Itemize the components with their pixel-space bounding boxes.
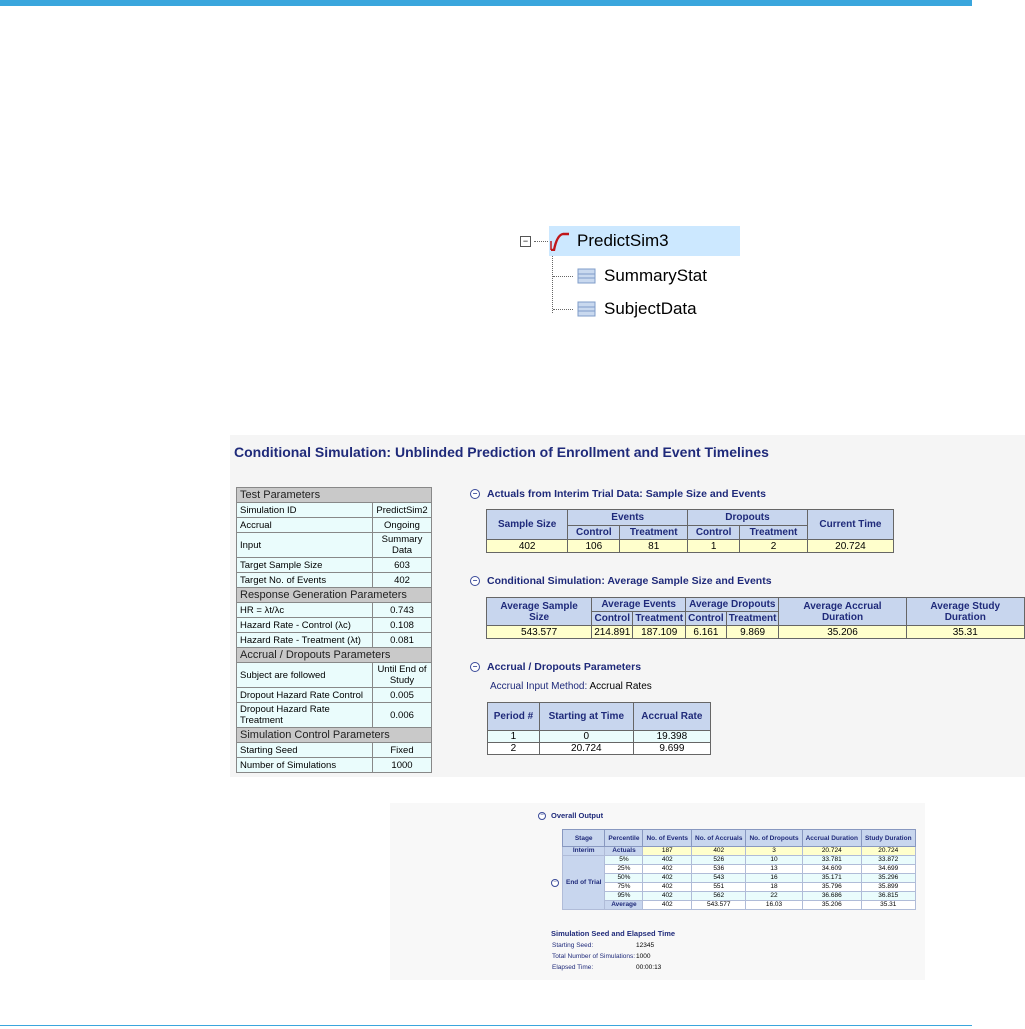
table-row: 402 106 81 1 2 20.724	[485, 539, 895, 553]
table-icon	[577, 301, 596, 317]
table-row: 2 20.724 9.699	[487, 742, 712, 755]
tree-node-label: PredictSim3	[577, 231, 669, 250]
accrual-input-method: Accrual Input Method: Accrual Rates	[490, 681, 652, 692]
simulation-curve-icon	[550, 232, 569, 251]
collapse-icon[interactable]: −	[551, 879, 559, 887]
seed-label: Starting Seed:	[552, 942, 594, 949]
param-row: Subject are followed Until End of Study	[236, 662, 432, 688]
collapse-icon[interactable]: −	[470, 489, 480, 499]
seed-label: Elapsed Time:	[552, 964, 594, 971]
collapse-toggle[interactable]: −	[520, 236, 531, 247]
tree-connector	[552, 256, 553, 313]
accrual-table: Period # Starting at Time Accrual Rate 1…	[487, 702, 712, 755]
collapse-icon[interactable]: −	[470, 576, 480, 586]
tree-node-label: SubjectData	[604, 299, 697, 318]
accrual-heading[interactable]: − Accrual / Dropouts Parameters	[470, 661, 641, 673]
table-icon	[577, 268, 596, 284]
param-row: Dropout Hazard Rate Control 0.005	[236, 687, 432, 703]
seed-value: 1000	[636, 953, 651, 960]
tree-connector	[553, 276, 573, 277]
parameters-table: Test Parameters Simulation ID PredictSim2…	[236, 487, 432, 773]
tree-node-subjectdata[interactable]: SubjectData	[577, 294, 697, 324]
seed-label: Total Number of Simulations:	[552, 953, 636, 960]
param-row: Target No. of Events 402	[236, 572, 432, 588]
param-row: Starting Seed Fixed	[236, 742, 432, 758]
param-row: Accrual Ongoing	[236, 517, 432, 533]
tree-connector	[534, 241, 548, 242]
tree-connector	[553, 309, 573, 310]
section-header: Accrual / Dropouts Parameters	[236, 647, 432, 663]
table-row: Interim Actuals 187 402 3 20.724 20.724	[548, 846, 916, 856]
actuals-table: Sample Size Events Dropouts Current Time…	[485, 509, 895, 553]
top-accent-bar	[0, 0, 972, 6]
table-row: 1 0 19.398	[487, 730, 712, 743]
seed-heading: Simulation Seed and Elapsed Time	[551, 929, 676, 938]
conditional-table: Average Sample Size Average Events Avera…	[485, 597, 1025, 639]
param-row: Number of Simulations 1000	[236, 757, 432, 773]
param-row: Hazard Rate - Treatment (λt) 0.081	[236, 632, 432, 648]
report-title: Conditional Simulation: Unblinded Predic…	[234, 444, 769, 460]
tree-node-predictsim3[interactable]: PredictSim3	[549, 226, 740, 256]
bottom-accent-line	[0, 1025, 972, 1026]
table-row: 543.577 214.891 187.109 6.161 9.869 35.206 3…	[485, 625, 1025, 639]
param-row: HR = λt/λc 0.743	[236, 602, 432, 618]
actuals-heading[interactable]: − Actuals from Interim Trial Data: Sampl…	[470, 488, 766, 500]
seed-value: 12345	[636, 942, 655, 949]
overall-output-heading[interactable]: − Overall Output	[538, 811, 603, 820]
collapse-icon[interactable]: −	[538, 811, 546, 820]
table-row: − End of Trial 5% 402 526 10 33.781 33.872	[548, 855, 916, 910]
param-row: Simulation ID PredictSim2	[236, 502, 432, 518]
simulation-tree: − PredictSim3 SummaryStat SubjectData	[515, 226, 740, 326]
tree-node-label: SummaryStat	[604, 266, 707, 285]
collapse-icon[interactable]: −	[470, 662, 480, 672]
param-row: Dropout Hazard Rate Treatment 0.006	[236, 702, 432, 728]
param-row: Input Summary Data	[236, 532, 432, 558]
param-row: Hazard Rate - Control (λc) 0.108	[236, 617, 432, 633]
section-header: Response Generation Parameters	[236, 587, 432, 603]
overall-output-table: Stage Percentile No. of Events No. of Accr…	[548, 829, 916, 910]
param-row: Target Sample Size 603	[236, 557, 432, 573]
section-header: Simulation Control Parameters	[236, 727, 432, 743]
section-header: Test Parameters	[236, 487, 432, 503]
seed-value: 00:00:13	[636, 964, 662, 971]
conditional-heading[interactable]: − Conditional Simulation: Average Sample…	[470, 575, 772, 587]
tree-node-summarystat[interactable]: SummaryStat	[577, 261, 707, 291]
